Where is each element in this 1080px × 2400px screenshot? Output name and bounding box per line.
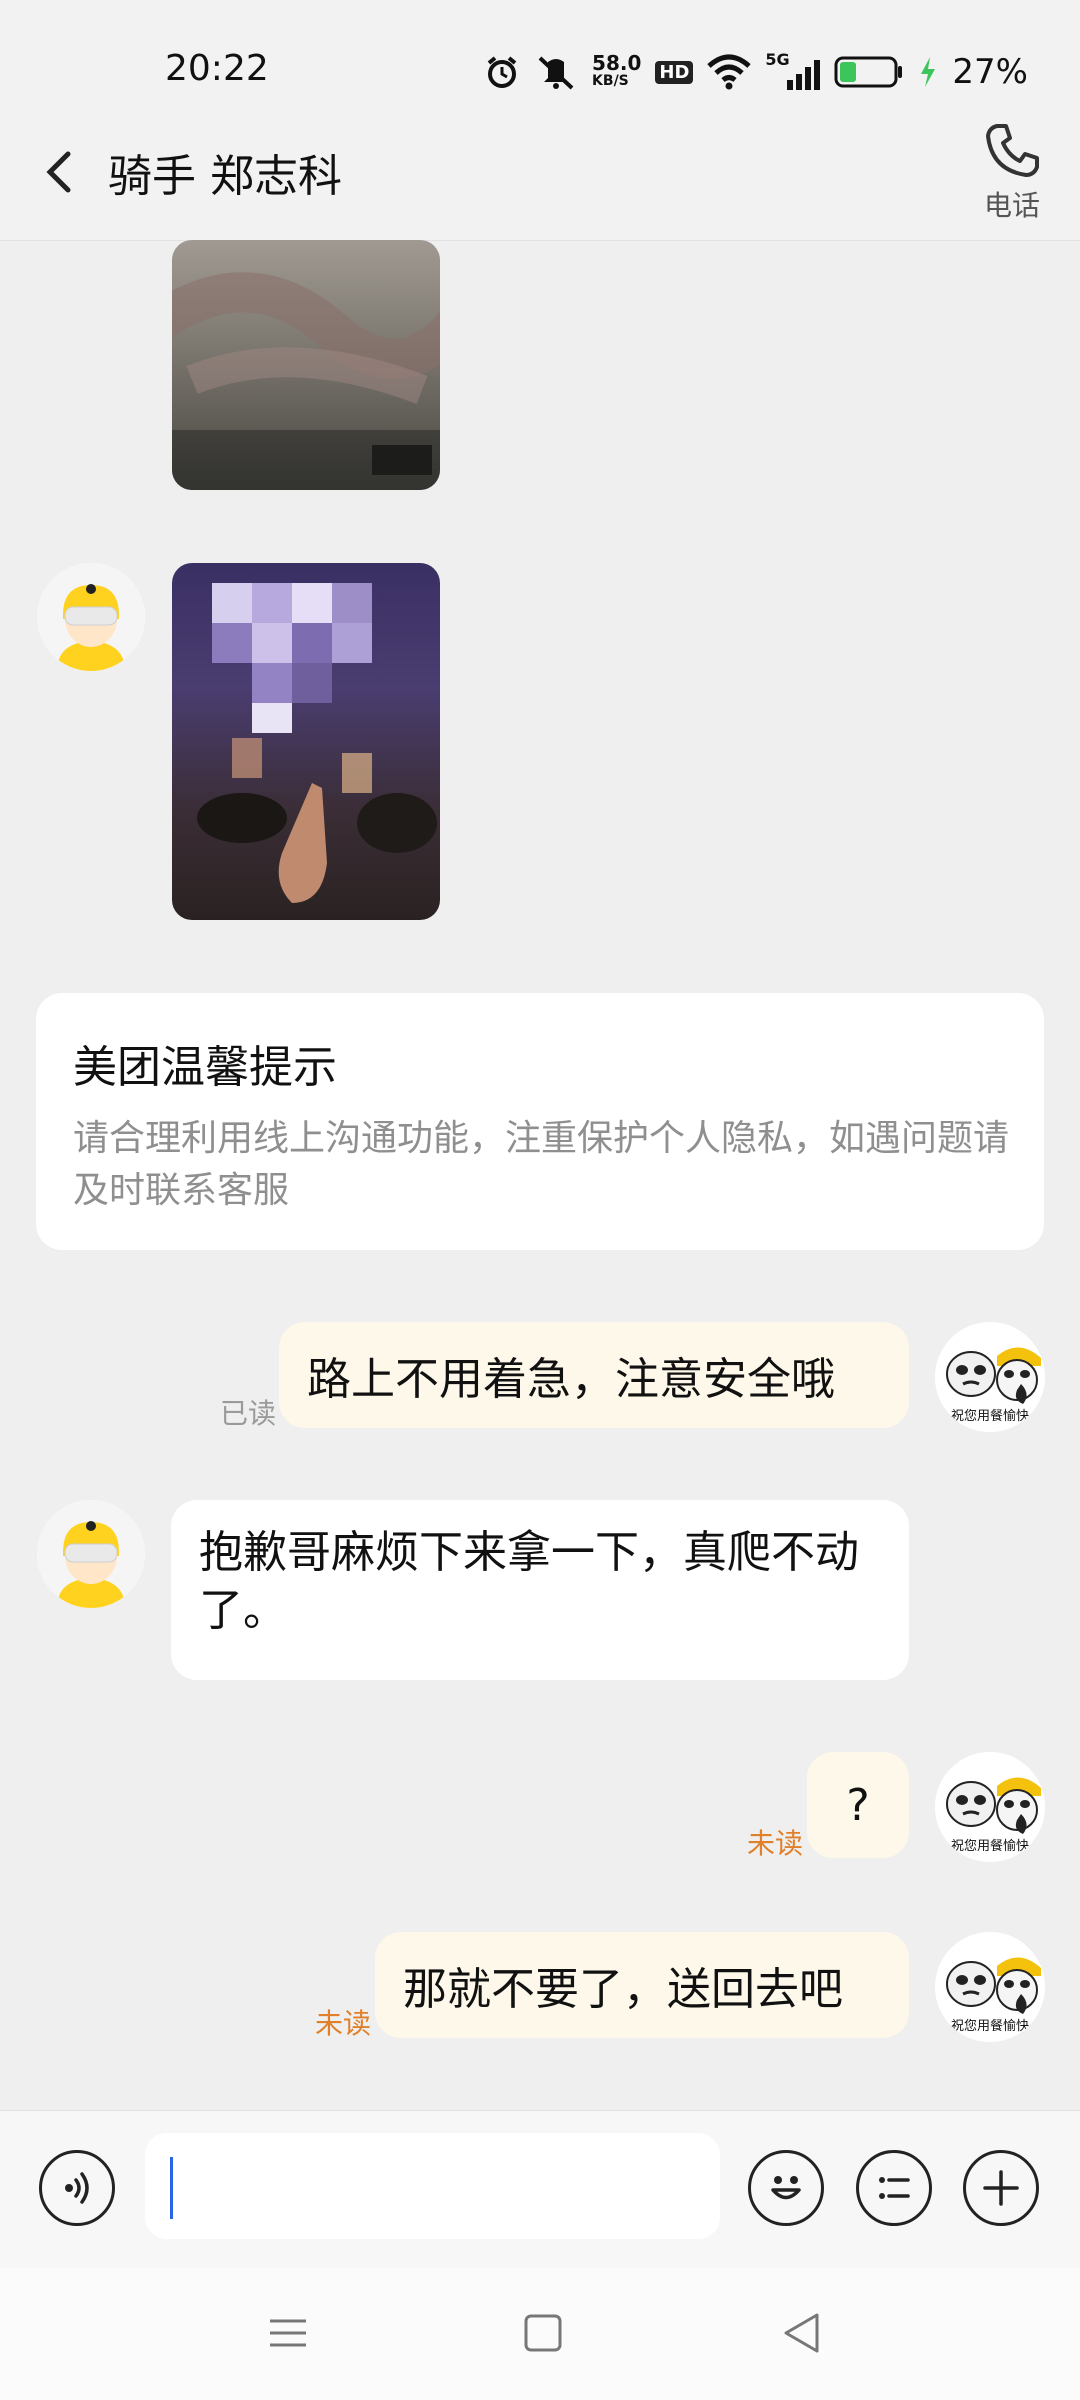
my-message-bubble[interactable]: 路上不用着急，注意安全哦 [279, 1322, 909, 1428]
battery-percent: 27% [952, 52, 1028, 92]
rider-avatar[interactable] [37, 1500, 145, 1608]
rider-helmet-icon [37, 563, 145, 671]
menu-nav-icon[interactable] [267, 2312, 309, 2354]
back-nav-icon[interactable] [781, 2311, 821, 2355]
net-speed: 58.0 KB/S [592, 51, 642, 90]
avatar-caption: 祝您用餐愉快 [951, 1408, 1029, 1424]
blurred-photo [172, 272, 440, 490]
avatar-caption: 祝您用餐愉快 [951, 2018, 1029, 2034]
emoji-button[interactable] [748, 2150, 824, 2226]
unread-status: 未读 [315, 2007, 372, 2040]
panda-meme-icon: 祝您用餐愉快 [935, 1322, 1045, 1432]
status-icons: 58.0 KB/S HD 5G 27% [484, 50, 1028, 94]
quick-reply-icon [879, 2177, 910, 2199]
message-text: 路上不用着急，注意安全哦 [307, 1354, 835, 1405]
read-status: 已读 [220, 1397, 277, 1430]
wifi-icon [707, 54, 752, 90]
voice-icon [65, 2172, 89, 2204]
phone-icon [986, 124, 1039, 177]
notice-title: 美团温馨提示 [73, 1042, 337, 1093]
back-icon[interactable] [38, 150, 82, 194]
hd-badge: HD [655, 60, 694, 84]
net-speed-value: 58.0 [592, 51, 642, 75]
emoji-icon [771, 2176, 801, 2200]
alarm-icon [487, 56, 517, 88]
notice-body: 请合理利用线上沟通功能，注重保护个人隐私，如遇问题请及时联系客服 [73, 1118, 1010, 1211]
phone-button[interactable]: 电话 [972, 120, 1052, 230]
rider-helmet-icon [37, 1500, 145, 1608]
quick-reply-button[interactable] [856, 2150, 932, 2226]
my-avatar[interactable]: 祝您用餐愉快 [935, 1752, 1045, 1862]
my-message-bubble[interactable]: 那就不要了，送回去吧 [375, 1932, 909, 2038]
battery-icon [834, 56, 903, 88]
network-type: 5G [765, 50, 790, 69]
unread-status: 未读 [747, 1827, 804, 1860]
rider-avatar[interactable] [37, 563, 145, 671]
image-message[interactable] [172, 240, 440, 490]
image-message[interactable] [172, 563, 440, 920]
voice-button[interactable] [39, 2150, 115, 2226]
system-notice-card: 美团温馨提示 请合理利用线上沟通功能，注重保护个人隐私，如遇问题请及时联系客服 [36, 993, 1044, 1250]
charging-icon [921, 57, 936, 87]
message-text: 那就不要了，送回去吧 [403, 1964, 843, 2015]
page-title: 骑手 郑志科 [108, 151, 342, 202]
my-avatar[interactable]: 祝您用餐愉快 [935, 1322, 1045, 1432]
text-caret [170, 2157, 173, 2219]
more-button[interactable] [963, 2150, 1039, 2226]
plus-icon [983, 2170, 1019, 2206]
message-text: 抱歉哥麻烦下来拿一下，真爬不动了。 [199, 1527, 859, 1636]
blurred-photo [197, 583, 437, 903]
phone-label: 电话 [983, 189, 1040, 222]
cellular-signal: 5G [765, 50, 821, 90]
my-message-bubble[interactable]: ? [807, 1752, 909, 1858]
message-text: ? [846, 1779, 870, 1831]
other-message-bubble[interactable]: 抱歉哥麻烦下来拿一下，真爬不动了。 [171, 1500, 909, 1680]
net-speed-unit: KB/S [592, 73, 629, 89]
message-input[interactable] [145, 2133, 720, 2239]
panda-meme-icon: 祝您用餐愉快 [935, 1752, 1045, 1862]
panda-meme-icon: 祝您用餐愉快 [935, 1932, 1045, 2042]
home-nav-icon[interactable] [523, 2313, 563, 2353]
my-avatar[interactable]: 祝您用餐愉快 [935, 1932, 1045, 2042]
avatar-caption: 祝您用餐愉快 [951, 1838, 1029, 1854]
status-time: 20:22 [165, 48, 269, 89]
mute-icon [538, 56, 574, 90]
